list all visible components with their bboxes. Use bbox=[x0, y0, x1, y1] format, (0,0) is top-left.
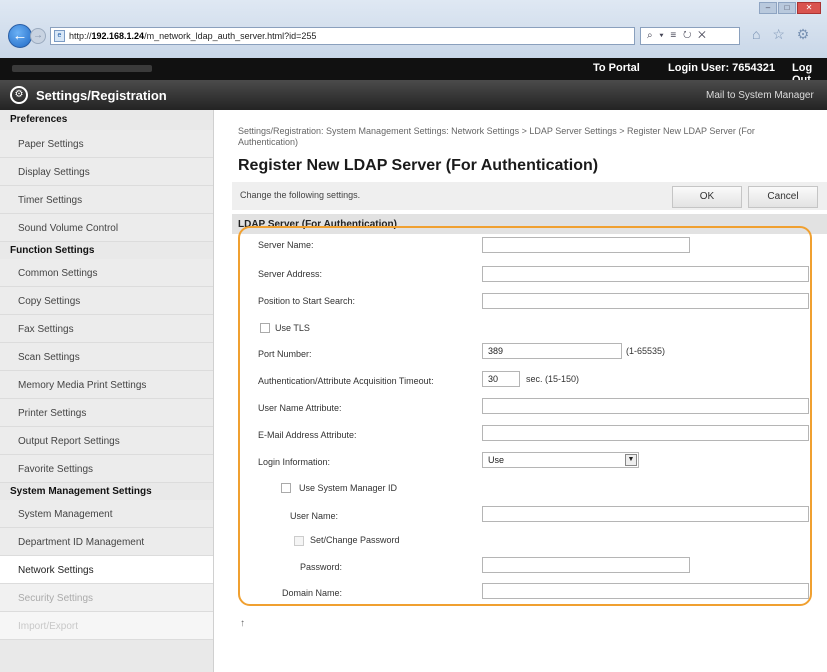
domain-name-field[interactable] bbox=[482, 583, 809, 599]
back-to-top-link[interactable]: ↑ bbox=[240, 618, 245, 629]
sidebar-item-network-settings[interactable]: Network Settings bbox=[0, 556, 213, 584]
password-field[interactable] bbox=[482, 557, 690, 573]
user-name-label: User Name: bbox=[290, 511, 339, 521]
main-content: Settings/Registration: System Management… bbox=[214, 110, 827, 672]
sidebar-item-sound-volume-control[interactable]: Sound Volume Control bbox=[0, 214, 213, 242]
email-attribute-field[interactable] bbox=[482, 425, 809, 441]
sidebar-item-department-id-management[interactable]: Department ID Management bbox=[0, 528, 213, 556]
domain-name-label: Domain Name: bbox=[282, 588, 343, 598]
email-attribute-label: E-Mail Address Attribute: bbox=[258, 430, 357, 440]
user-name-attribute-field[interactable] bbox=[482, 398, 809, 414]
server-address-label: Server Address: bbox=[258, 269, 323, 279]
port-range-hint: (1-65535) bbox=[626, 346, 666, 356]
sidebar-item-output-report-settings[interactable]: Output Report Settings bbox=[0, 427, 213, 455]
position-search-label: Position to Start Search: bbox=[258, 296, 356, 306]
cancel-button[interactable]: Cancel bbox=[748, 186, 818, 208]
use-tls-label: Use TLS bbox=[275, 323, 310, 333]
password-label: Password: bbox=[300, 562, 343, 572]
port-number-field[interactable]: 389 bbox=[482, 343, 622, 359]
timeout-unit-hint: sec. (15-150) bbox=[526, 374, 580, 384]
chevron-down-icon[interactable]: ▼ bbox=[625, 454, 637, 466]
settings-title: Settings/Registration bbox=[36, 88, 167, 103]
address-tools[interactable]: ⌕ ▾ ≡ ↻ ✕ bbox=[640, 27, 740, 45]
page-icon: e bbox=[54, 30, 65, 42]
window-controls: – □ ✕ bbox=[759, 2, 821, 14]
sidebar-item-favorite-settings[interactable]: Favorite Settings bbox=[0, 455, 213, 483]
top-bar: To Portal Login User: 7654321 Log Out bbox=[0, 58, 827, 86]
sidebar-item-printer-settings[interactable]: Printer Settings bbox=[0, 399, 213, 427]
breadcrumb: Settings/Registration: System Management… bbox=[238, 126, 755, 147]
close-icon[interactable]: ✕ bbox=[797, 2, 821, 14]
gear-icon: ⚙ bbox=[10, 86, 28, 104]
use-system-manager-id-checkbox[interactable] bbox=[281, 483, 291, 493]
server-address-field[interactable] bbox=[482, 266, 809, 282]
login-user: Login User: 7654321 bbox=[668, 62, 775, 74]
browser-chrome: – □ ✕ ← → e http://192.168.1.24/m_networ… bbox=[0, 0, 827, 58]
sidebar-head-function-settings: Function Settings bbox=[0, 242, 213, 259]
sidebar-item-memory-media-print-settings[interactable]: Memory Media Print Settings bbox=[0, 371, 213, 399]
instruction-text: Change the following settings. bbox=[240, 190, 361, 200]
minimize-icon[interactable]: – bbox=[759, 2, 777, 14]
maximize-icon[interactable]: □ bbox=[778, 2, 796, 14]
sidebar-item-import-export[interactable]: Import/Export bbox=[0, 612, 213, 640]
login-information-label: Login Information: bbox=[258, 457, 331, 467]
use-tls-checkbox[interactable] bbox=[260, 323, 270, 333]
login-information-value: Use bbox=[488, 455, 505, 465]
sidebar-item-fax-settings[interactable]: Fax Settings bbox=[0, 315, 213, 343]
back-arrow-icon[interactable]: ← bbox=[8, 24, 32, 48]
timeout-field[interactable]: 30 bbox=[482, 371, 520, 387]
action-row: Change the following settings. OK Cancel bbox=[232, 182, 827, 210]
forward-arrow-icon[interactable]: → bbox=[30, 28, 46, 44]
sidebar-item-system-management[interactable]: System Management bbox=[0, 500, 213, 528]
address-bar[interactable]: e http://192.168.1.24/m_network_ldap_aut… bbox=[50, 27, 635, 45]
set-change-password-label: Set/Change Password bbox=[310, 535, 400, 545]
sidebar-item-common-settings[interactable]: Common Settings bbox=[0, 259, 213, 287]
sidebar-item-scan-settings[interactable]: Scan Settings bbox=[0, 343, 213, 371]
to-portal-link[interactable]: To Portal bbox=[593, 62, 640, 74]
home-favorites-tools-icons[interactable]: ⌂ ☆ ⚙ bbox=[752, 26, 813, 43]
server-name-label: Server Name: bbox=[258, 240, 314, 250]
use-system-manager-id-label: Use System Manager ID bbox=[299, 483, 398, 493]
sidebar-head-preferences: Preferences bbox=[0, 110, 213, 130]
sidebar-head-system-management-settings: System Management Settings bbox=[0, 483, 213, 500]
set-change-password-checkbox[interactable] bbox=[294, 536, 304, 546]
user-name-attribute-label: User Name Attribute: bbox=[258, 403, 342, 413]
timeout-label: Authentication/Attribute Acquisition Tim… bbox=[258, 376, 434, 386]
port-number-label: Port Number: bbox=[258, 349, 312, 359]
ok-button[interactable]: OK bbox=[672, 186, 742, 208]
page-title: Register New LDAP Server (For Authentica… bbox=[238, 157, 599, 174]
sidebar-item-display-settings[interactable]: Display Settings bbox=[0, 158, 213, 186]
position-search-field[interactable] bbox=[482, 293, 809, 309]
sidebar-item-timer-settings[interactable]: Timer Settings bbox=[0, 186, 213, 214]
device-name-redacted bbox=[12, 65, 152, 72]
user-name-field[interactable] bbox=[482, 506, 809, 522]
sidebar-item-security-settings[interactable]: Security Settings bbox=[0, 584, 213, 612]
server-name-field[interactable] bbox=[482, 237, 690, 253]
sidebar: Preferences Paper Settings Display Setti… bbox=[0, 110, 214, 672]
login-information-select[interactable]: Use ▼ bbox=[482, 452, 639, 468]
sidebar-item-copy-settings[interactable]: Copy Settings bbox=[0, 287, 213, 315]
settings-header: ⚙ Settings/Registration Mail to System M… bbox=[0, 80, 827, 110]
mail-to-system-manager-link[interactable]: Mail to System Manager bbox=[706, 90, 814, 101]
sidebar-item-paper-settings[interactable]: Paper Settings bbox=[0, 130, 213, 158]
highlight-frame bbox=[238, 226, 812, 606]
